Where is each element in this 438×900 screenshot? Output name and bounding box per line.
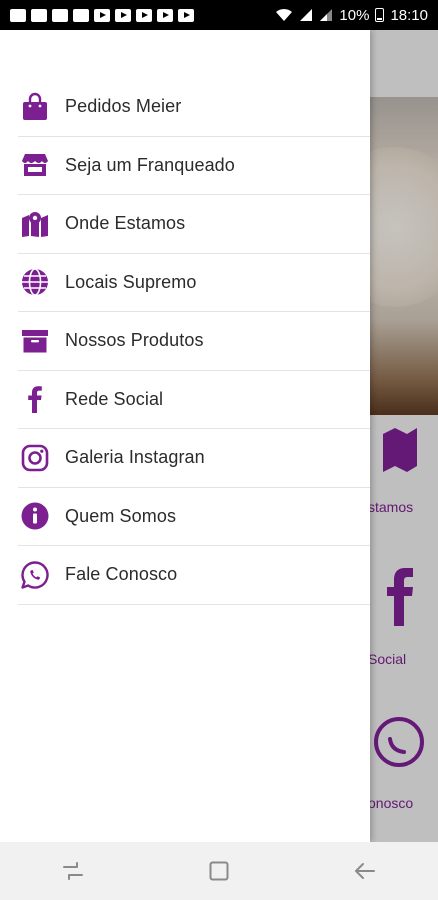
menu-item-label: Fale Conosco (65, 564, 178, 585)
menu-item-locais-supremo[interactable]: Locais Supremo (18, 254, 370, 312)
notification-icons (10, 8, 194, 22)
gmail-icon (10, 8, 26, 22)
store-icon (18, 148, 52, 182)
drawer-menu: Pedidos Meier Seja um Franqueado Onde Es… (0, 78, 370, 605)
back-button[interactable] (335, 851, 395, 891)
menu-item-label: Locais Supremo (65, 271, 197, 292)
menu-item-pedidos-meier[interactable]: Pedidos Meier (18, 78, 370, 137)
recent-apps-icon (63, 862, 83, 880)
recent-apps-button[interactable] (43, 851, 103, 891)
info-icon (18, 499, 52, 533)
system-navigation-bar (0, 842, 438, 900)
menu-item-onde-estamos[interactable]: Onde Estamos (18, 195, 370, 254)
menu-item-label: Seja um Franqueado (65, 154, 235, 175)
status-bar: 10% 18:10 (0, 0, 438, 30)
menu-item-label: Quem Somos (65, 505, 177, 526)
menu-item-galeria-instagran[interactable]: Galeria Instagran (18, 429, 370, 488)
home-icon (209, 861, 229, 881)
menu-item-label: Rede Social (65, 388, 164, 409)
instagram-icon (18, 441, 52, 475)
globe-icon (18, 265, 52, 299)
menu-item-label: Onde Estamos (65, 213, 186, 234)
battery-icon (375, 8, 385, 22)
menu-item-quem-somos[interactable]: Quem Somos (18, 488, 370, 546)
system-icons: 10% 18:10 (275, 7, 428, 24)
signal-icon (300, 9, 313, 21)
menu-item-label: Galeria Instagran (65, 447, 205, 468)
notification-icon (52, 8, 68, 22)
shopping-bag-icon (18, 90, 52, 124)
notification-icon (31, 8, 47, 22)
menu-item-label: Pedidos Meier (65, 96, 182, 117)
menu-item-label: Nossos Produtos (65, 330, 204, 351)
navigation-drawer: Pedidos Meier Seja um Franqueado Onde Es… (0, 30, 370, 842)
youtube-icon (178, 8, 194, 22)
whatsapp-icon (18, 558, 52, 592)
youtube-icon (157, 8, 173, 22)
back-icon (355, 863, 375, 879)
wifi-icon (276, 8, 293, 21)
youtube-icon (94, 8, 110, 22)
map-icon (18, 207, 52, 241)
battery-percent: 10% (339, 6, 370, 24)
image-icon (73, 8, 89, 22)
menu-item-fale-conosco[interactable]: Fale Conosco (18, 546, 370, 605)
archive-box-icon (18, 324, 52, 358)
menu-item-nossos-produtos[interactable]: Nossos Produtos (18, 312, 370, 371)
clock: 18:10 (390, 6, 428, 24)
menu-item-seja-um-franqueado[interactable]: Seja um Franqueado (18, 137, 370, 195)
home-button[interactable] (189, 851, 249, 891)
youtube-icon (115, 8, 131, 22)
facebook-icon (18, 382, 52, 416)
youtube-icon (136, 8, 152, 22)
signal-icon (320, 9, 333, 21)
menu-item-rede-social[interactable]: Rede Social (18, 371, 370, 429)
